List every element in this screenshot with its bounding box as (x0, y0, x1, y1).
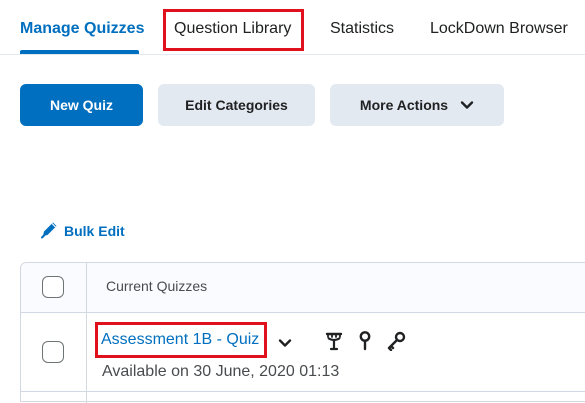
row-checkbox[interactable] (42, 341, 64, 363)
quiz-title-highlight (95, 322, 267, 358)
password-key-icon (386, 331, 406, 356)
chevron-down-icon[interactable] (277, 335, 293, 356)
chevron-down-icon (460, 98, 474, 112)
row-divider (21, 391, 585, 392)
quiz-availability: Available on 30 June, 2020 01:13 (102, 363, 340, 380)
select-all-checkbox[interactable] (42, 276, 64, 298)
active-tab-indicator (20, 50, 139, 54)
column-header-current-quizzes: Current Quizzes (106, 278, 208, 294)
restrictions-pin-icon (358, 331, 372, 356)
more-actions-label: More Actions (359, 97, 449, 113)
new-quiz-button[interactable]: New Quiz (20, 84, 143, 126)
tab-lockdown-browser[interactable]: LockDown Browser (430, 20, 568, 38)
table-header-row: Current Quizzes (21, 263, 585, 313)
question-library-highlight (163, 9, 304, 51)
pencil-icon (40, 219, 64, 242)
release-conditions-icon (325, 331, 343, 356)
tab-statistics[interactable]: Statistics (330, 20, 394, 38)
bulk-edit-label: Bulk Edit (64, 222, 125, 239)
column-divider (86, 263, 87, 403)
edit-categories-label: Edit Categories (185, 97, 288, 113)
more-actions-button[interactable]: More Actions (330, 84, 504, 126)
new-quiz-label: New Quiz (49, 97, 113, 113)
edit-categories-button[interactable]: Edit Categories (158, 84, 315, 126)
bulk-edit-button[interactable]: Bulk Edit (40, 219, 125, 242)
tab-manage-quizzes[interactable]: Manage Quizzes (20, 20, 144, 38)
